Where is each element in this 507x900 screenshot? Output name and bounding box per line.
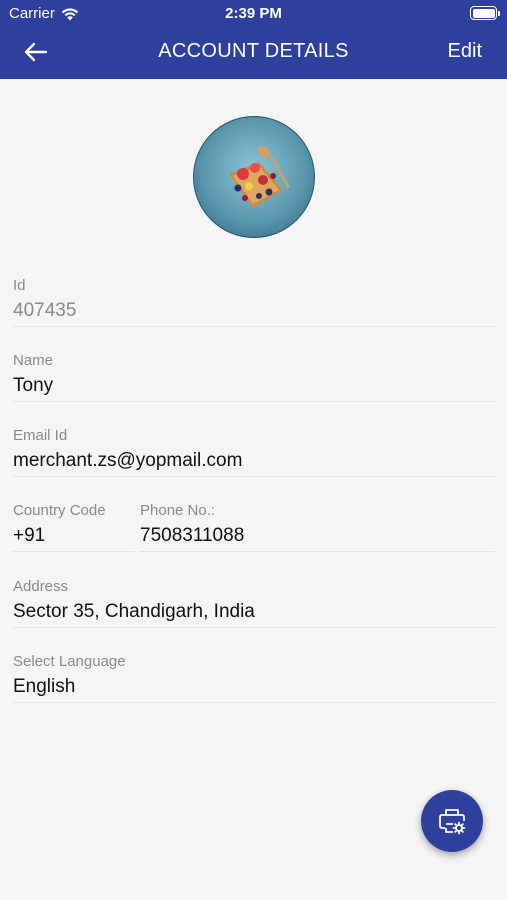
page-title: ACCOUNT DETAILS — [158, 40, 349, 62]
email-label: Email Id — [13, 427, 68, 444]
name-value: Tony — [13, 375, 54, 396]
language-label: Select Language — [13, 653, 126, 670]
language-value: English — [13, 676, 76, 697]
navigation-bar: Carrier 2:39 PM ACCOUNT DETAILS Edit — [0, 0, 507, 79]
status-time: 2:39 PM — [225, 5, 282, 22]
edit-button[interactable]: Edit — [448, 40, 482, 63]
address-value: Sector 35, Chandigarh, India — [13, 601, 255, 622]
id-field: Id 407435 — [13, 276, 495, 327]
status-bar: Carrier 2:39 PM — [0, 0, 507, 28]
id-label: Id — [13, 277, 26, 294]
phone-value: 7508311088 — [140, 525, 245, 546]
language-field: Select Language English — [13, 652, 495, 703]
country-code-value: +91 — [13, 525, 46, 546]
printer-settings-icon — [439, 809, 466, 835]
name-field: Name Tony — [13, 351, 495, 402]
address-field: Address Sector 35, Chandigarh, India — [13, 577, 495, 628]
country-code-label: Country Code — [13, 502, 106, 519]
profile-photo — [193, 116, 315, 238]
id-value: 407435 — [13, 300, 77, 321]
email-field: Email Id merchant.zs@yopmail.com — [13, 426, 495, 477]
avatar[interactable] — [193, 116, 315, 238]
email-value: merchant.zs@yopmail.com — [13, 450, 243, 471]
battery-icon — [470, 6, 500, 20]
phone-label: Phone No.: — [140, 502, 216, 519]
name-label: Name — [13, 352, 54, 369]
phone-field: Phone No.: 7508311088 — [140, 501, 495, 552]
country-code-field: Country Code +91 — [13, 501, 135, 552]
printer-settings-button[interactable] — [421, 790, 483, 852]
address-label: Address — [13, 578, 69, 595]
